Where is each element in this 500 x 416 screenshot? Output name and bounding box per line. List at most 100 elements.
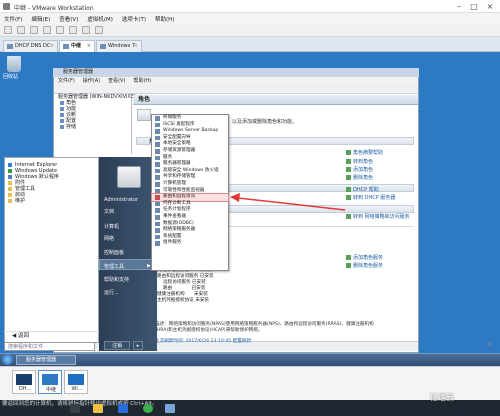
- close-button[interactable]: ×: [483, 2, 497, 11]
- menu-file[interactable]: 文件(F): [4, 15, 22, 23]
- submenu-label: 服务器管理器: [163, 161, 191, 167]
- start-item-control-panel[interactable]: 控制面板: [104, 249, 124, 256]
- link-remove-roles[interactable]: 删除角色: [346, 174, 373, 181]
- goto-icon: [346, 195, 351, 200]
- submenu-label: 网络策略服务器: [163, 227, 196, 233]
- submenu-item-routing-remote-access[interactable]: 路由和远程访问: [151, 193, 229, 202]
- tree-label: 存储: [66, 124, 77, 130]
- file-explorer-icon[interactable]: [93, 404, 103, 413]
- submenu-label: 服务: [163, 154, 173, 160]
- vmware-task-icon[interactable]: [165, 404, 175, 413]
- roles-icon: [60, 101, 64, 105]
- submenu-item[interactable]: Windows Server Backup: [152, 128, 228, 135]
- folder-icon: [8, 199, 12, 203]
- sm-menu-action[interactable]: 操作(A): [83, 77, 100, 85]
- recycle-bin-icon[interactable]: [7, 56, 21, 72]
- server-manager-menubar: 文件(F) 操作(A) 查看(V) 帮助(H): [54, 77, 418, 85]
- terminal-services-icon: [155, 116, 160, 121]
- link-goto-roles[interactable]: 转到角色: [346, 158, 373, 165]
- sm-menu-view[interactable]: 查看(V): [108, 77, 125, 85]
- start-item-computer[interactable]: 计算机: [104, 223, 119, 230]
- link-add-roles[interactable]: 添加角色: [346, 166, 373, 173]
- resize-grip-icon[interactable]: ⇲: [486, 340, 496, 360]
- last-refresh-text[interactable]: 上次刷新时间: 2017/6/26 23:10:45 配置刷新: [155, 338, 251, 344]
- menu-edit[interactable]: 编辑(E): [31, 15, 50, 23]
- backup-icon: [155, 129, 160, 134]
- thumbnail-dhcp[interactable]: DH...: [12, 370, 36, 394]
- close-icon[interactable]: ×: [87, 41, 91, 52]
- configuration-icon: [60, 119, 64, 123]
- submenu-item[interactable]: 任务计划程序: [152, 207, 228, 214]
- home-icon[interactable]: [17, 26, 25, 34]
- menu-tabs[interactable]: 选项卡(T): [122, 15, 146, 23]
- link-goto-dhcp[interactable]: 转到 DHCP 服务器: [346, 194, 395, 201]
- close-icon[interactable]: ×: [50, 41, 54, 52]
- snapshot-icon[interactable]: [30, 26, 38, 34]
- odbc-icon: [155, 221, 160, 227]
- program-maintenance[interactable]: 维护: [5, 198, 98, 204]
- submenu-item[interactable]: 本地安全策略: [152, 141, 228, 148]
- sm-menu-help[interactable]: 帮助(H): [133, 77, 151, 85]
- submenu-item[interactable]: 计算机管理: [152, 181, 228, 188]
- start-item-network[interactable]: 网络: [104, 235, 114, 242]
- roles-large-icon: [137, 109, 151, 121]
- fullscreen-icon[interactable]: [69, 26, 77, 34]
- revert-icon[interactable]: [43, 26, 51, 34]
- shutdown-options-button[interactable]: ▸: [133, 341, 143, 350]
- guest-start-orb-icon[interactable]: [2, 354, 13, 365]
- start-item-documents[interactable]: 文档: [104, 208, 114, 215]
- shutdown-button[interactable]: 注销: [104, 341, 130, 350]
- maximize-button[interactable]: □: [467, 2, 481, 11]
- link-goto-npas[interactable]: 转到 网络策略和访问服务: [346, 213, 410, 220]
- remove-icon: [346, 175, 351, 180]
- view-icon[interactable]: [95, 26, 103, 34]
- submenu-item[interactable]: 网络策略服务器: [152, 227, 228, 234]
- thumbnail-screen: [16, 374, 32, 385]
- close-icon[interactable]: ×: [134, 41, 138, 52]
- start-menu-back[interactable]: ◀ 返回: [4, 331, 99, 339]
- thumbnail-relay[interactable]: 中继: [38, 370, 62, 394]
- browser-icon[interactable]: [143, 404, 153, 413]
- submenu-item[interactable]: 共享和存储管理: [152, 174, 228, 181]
- submenu-item[interactable]: 事件查看器: [152, 214, 228, 221]
- link-role-summary-help[interactable]: 角色摘要帮助: [346, 149, 383, 156]
- start-item-help[interactable]: 帮助和支持: [104, 276, 129, 283]
- start-item-admin-tools[interactable]: 管理工具: [104, 263, 124, 270]
- thumbnail-windows7[interactable]: Wi...: [64, 370, 88, 394]
- local-policy-icon: [155, 142, 160, 147]
- submenu-label: 共享和存储管理: [163, 174, 196, 180]
- start-item-run[interactable]: 运行...: [104, 289, 119, 296]
- submenu-item[interactable]: 服务器管理器: [152, 161, 228, 168]
- submenu-label: 数据源(ODBC): [163, 220, 194, 226]
- submenu-item[interactable]: 组件服务: [152, 240, 228, 247]
- submenu-label: 存储资源管理器: [163, 147, 196, 153]
- tab-relay[interactable]: 中继 ×: [59, 40, 95, 52]
- manage-snapshot-icon[interactable]: [56, 26, 64, 34]
- memory-diagnostic-icon: [155, 201, 160, 207]
- link-dhcp-help[interactable]: DHCP 帮助: [346, 186, 379, 193]
- system-config-icon: [155, 234, 160, 240]
- start-search-input[interactable]: [4, 342, 95, 351]
- task-view-icon[interactable]: [70, 404, 80, 413]
- tab-dhcp-dns-dc[interactable]: DHCP DNS DC ×: [3, 40, 58, 52]
- menu-vm[interactable]: 虚拟机(M): [87, 15, 113, 23]
- menu-help[interactable]: 帮助(H): [155, 15, 174, 23]
- services-icon: [155, 155, 160, 161]
- submenu-item[interactable]: 终端服务: [152, 115, 228, 122]
- pause-icon[interactable]: [4, 26, 12, 34]
- menu-view[interactable]: 查看(V): [59, 15, 78, 23]
- store-icon[interactable]: [118, 404, 128, 413]
- thumbnail-screen: [42, 374, 58, 385]
- submenu-item[interactable]: 存储资源管理器: [152, 148, 228, 155]
- taskbar-server-manager[interactable]: 服务器管理器: [16, 355, 76, 365]
- link-text: 删除角色服务: [353, 263, 384, 269]
- sm-menu-file[interactable]: 文件(F): [58, 77, 75, 85]
- unity-icon[interactable]: [82, 26, 90, 34]
- link-remove-role-services[interactable]: 删除角色服务: [346, 262, 383, 269]
- link-add-role-services[interactable]: 添加角色服务: [346, 254, 383, 261]
- folder-icon: [8, 187, 12, 191]
- tree-node-storage[interactable]: 存储: [54, 124, 131, 130]
- tab-windows7[interactable]: Windows 7 ×: [96, 40, 142, 52]
- start-user-name[interactable]: Administrator: [104, 197, 138, 203]
- minimize-button[interactable]: –: [452, 2, 466, 11]
